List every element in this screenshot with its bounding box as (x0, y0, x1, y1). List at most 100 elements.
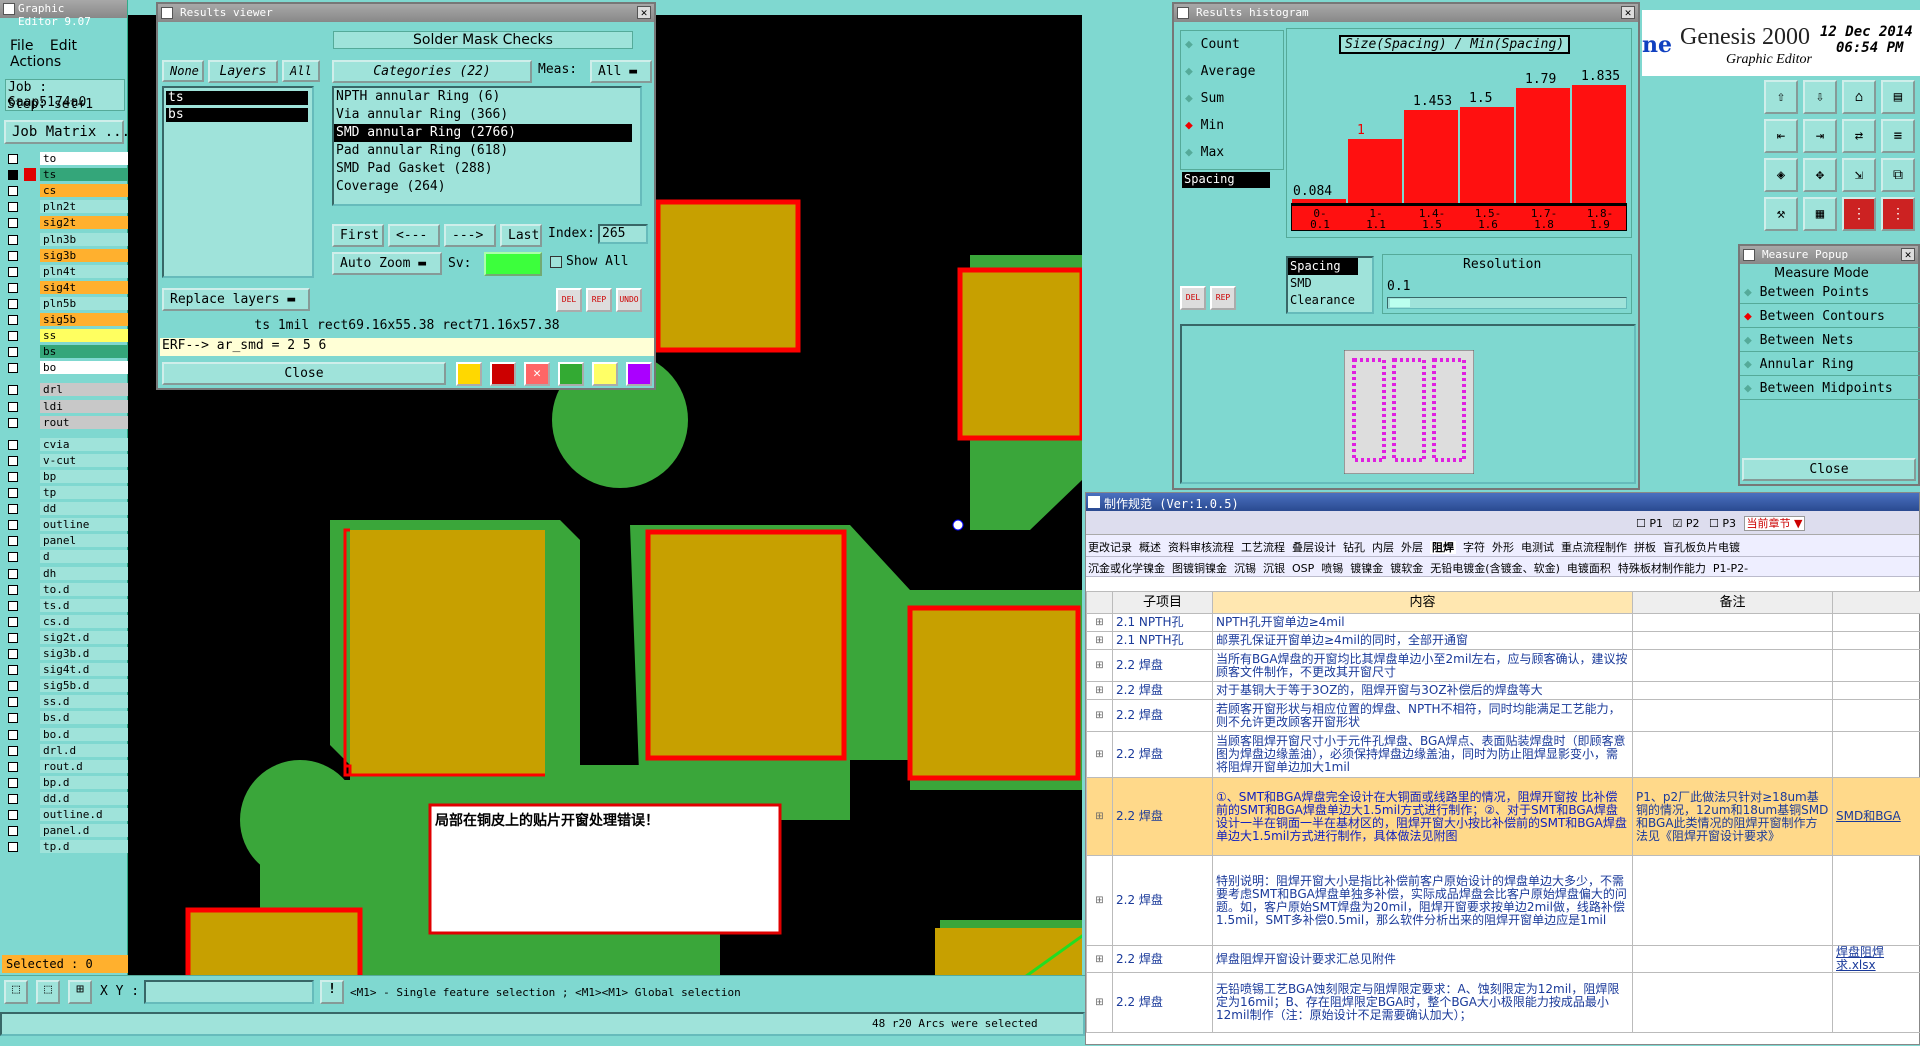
export-icon[interactable]: ⇥ (1803, 119, 1837, 153)
layer-row-sig5b.d[interactable]: sig5b.d (6, 679, 124, 693)
spec-tab[interactable]: 无铅电镀金(含镀金、软金) (1430, 562, 1560, 575)
layer-row-bo.d[interactable]: bo.d (6, 728, 124, 742)
menu-actions[interactable]: Actions (10, 54, 61, 70)
close-icon[interactable]: ✕ (1621, 6, 1635, 19)
layer-name[interactable]: rout (40, 416, 128, 429)
layer-row-sig3b.d[interactable]: sig3b.d (6, 647, 124, 661)
spec-tab[interactable]: 外层 (1401, 541, 1423, 554)
row-expand-icon[interactable]: ⊞ (1087, 856, 1113, 946)
spec-tab[interactable]: 阻焊 (1430, 541, 1456, 554)
layer-name[interactable]: dd.d (40, 792, 128, 805)
type-item[interactable]: SMD (1288, 275, 1372, 292)
layer-name[interactable]: panel.d (40, 824, 128, 837)
layer-row-bp[interactable]: bp (6, 470, 124, 484)
category-item[interactable]: SMD annular Ring (2766) (334, 124, 632, 142)
layer-checkbox[interactable] (8, 488, 18, 498)
window-menu-icon[interactable] (1177, 7, 1189, 19)
window-menu-icon[interactable] (161, 7, 173, 19)
layer-checkbox[interactable] (8, 440, 18, 450)
row-expand-icon[interactable]: ⊞ (1087, 973, 1113, 1033)
layer-name[interactable]: drl.d (40, 744, 128, 757)
layer-name[interactable]: tp (40, 486, 128, 499)
measure-mode-annular-ring[interactable]: ◆ Annular Ring (1740, 354, 1920, 376)
tool-icon[interactable]: ⚒ (1764, 197, 1798, 231)
layer-checkbox[interactable] (8, 730, 18, 740)
layer-row-sig5b[interactable]: sig5b (6, 313, 124, 327)
spec-tab[interactable]: 工艺流程 (1241, 541, 1285, 554)
close-icon[interactable]: ✕ (637, 6, 651, 19)
histogram-bar[interactable] (1516, 88, 1570, 203)
histogram-option-count[interactable]: ◆ Count (1181, 31, 1283, 58)
layer-name[interactable]: sig4t.d (40, 663, 128, 676)
rep-icon[interactable]: REP (1210, 286, 1236, 310)
row-expand-icon[interactable]: ⊞ (1087, 682, 1113, 700)
highlight-icon[interactable]: ⋮ (1842, 197, 1876, 231)
last-button[interactable]: Last (500, 224, 542, 247)
layer-row-ts[interactable]: ts (6, 168, 124, 182)
layer-name[interactable]: cs (40, 184, 128, 197)
menu-edit[interactable]: Edit (50, 38, 77, 54)
layer-checkbox[interactable] (8, 601, 18, 611)
spec-tab[interactable]: 沉银 (1263, 562, 1285, 575)
layer-name[interactable]: outline.d (40, 808, 128, 821)
rep-icon[interactable]: REP (586, 288, 612, 312)
spec-tab[interactable]: 资料审核流程 (1168, 541, 1234, 554)
next-button[interactable]: ---> (444, 224, 496, 247)
histogram-bar[interactable] (1460, 107, 1514, 203)
first-button[interactable]: First (332, 224, 384, 247)
layer-checkbox[interactable] (8, 385, 18, 395)
layer-name[interactable]: panel (40, 534, 128, 547)
row-expand-icon[interactable]: ⊞ (1087, 778, 1113, 856)
categories-button[interactable]: Categories (22) (332, 60, 532, 83)
layer-row-sig2t.d[interactable]: sig2t.d (6, 631, 124, 645)
layer-row-dd[interactable]: dd (6, 502, 124, 516)
layer-row-sig3b[interactable]: sig3b (6, 249, 124, 263)
stop-icon[interactable] (490, 362, 516, 386)
category-item[interactable]: SMD Pad Gasket (288) (334, 160, 632, 178)
spec-tab[interactable]: 盲孔板负片电镀 (1663, 541, 1740, 554)
layers-button[interactable]: Layers (208, 60, 278, 83)
table-row[interactable]: ⊞2.2 焊盘焊盘阻焊开窗设计要求汇总见附件焊盘阻焊求.xlsx (1087, 946, 1920, 973)
layer-checkbox[interactable] (8, 633, 18, 643)
job-matrix-button[interactable]: Job Matrix ... (4, 120, 124, 144)
window-menu-icon[interactable] (3, 3, 15, 15)
filter-p1-checkbox[interactable]: ☐ P1 (1636, 517, 1663, 530)
home-up-icon[interactable]: ⇧ (1764, 80, 1798, 114)
category-item[interactable]: Coverage (264) (334, 178, 632, 196)
del-icon[interactable]: DEL (1180, 286, 1206, 310)
spec-tab[interactable]: 内层 (1372, 541, 1394, 554)
layer-row-bo[interactable]: bo (6, 361, 124, 375)
layer-checkbox[interactable] (8, 697, 18, 707)
layer-checkbox[interactable] (8, 299, 18, 309)
histogram-icon[interactable] (626, 362, 652, 386)
table-row[interactable]: ⊞2.1 NPTH孔NPTH孔开窗单边≥4mil (1087, 614, 1920, 632)
layer-row-bp.d[interactable]: bp.d (6, 776, 124, 790)
spec-tab[interactable]: 重点流程制作 (1561, 541, 1627, 554)
layer-name[interactable]: sig5b (40, 313, 128, 326)
histogram-bar[interactable] (1404, 110, 1458, 203)
histogram-option-sum[interactable]: ◆ Sum (1181, 85, 1283, 112)
histogram-option-min[interactable]: ◆ Min (1181, 112, 1283, 139)
category-item[interactable]: NPTH annular Ring (6) (334, 88, 632, 106)
auto-zoom-select[interactable]: Auto Zoom ▬ (332, 252, 442, 275)
layer-row-cs[interactable]: cs (6, 184, 124, 198)
layer-row-bs.d[interactable]: bs.d (6, 711, 124, 725)
spec-tab[interactable]: 更改记录 (1088, 541, 1132, 554)
layer-checkbox[interactable] (8, 842, 18, 852)
layer-name[interactable]: cs.d (40, 615, 128, 628)
spec-tab[interactable]: 沉金或化学镍金 (1088, 562, 1165, 575)
download-icon[interactable]: ⇩ (1803, 80, 1837, 114)
layer-checkbox[interactable] (8, 826, 18, 836)
layer-row-dh[interactable]: dh (6, 567, 124, 581)
all-button[interactable]: All (282, 60, 320, 82)
row-expand-icon[interactable]: ⊞ (1087, 700, 1113, 732)
layer-name[interactable]: to.d (40, 583, 128, 596)
layer-listbox[interactable]: tsbs (162, 86, 314, 278)
layer-checkbox[interactable] (8, 251, 18, 261)
histogram-bar[interactable] (1292, 199, 1346, 203)
spec-tab[interactable]: 电镀面积 (1567, 562, 1611, 575)
scale-icon[interactable]: ⇲ (1842, 158, 1876, 192)
layer-row-dd.d[interactable]: dd.d (6, 792, 124, 806)
layer-row-panel.d[interactable]: panel.d (6, 824, 124, 838)
copy-icon[interactable]: ⧉ (1881, 158, 1915, 192)
